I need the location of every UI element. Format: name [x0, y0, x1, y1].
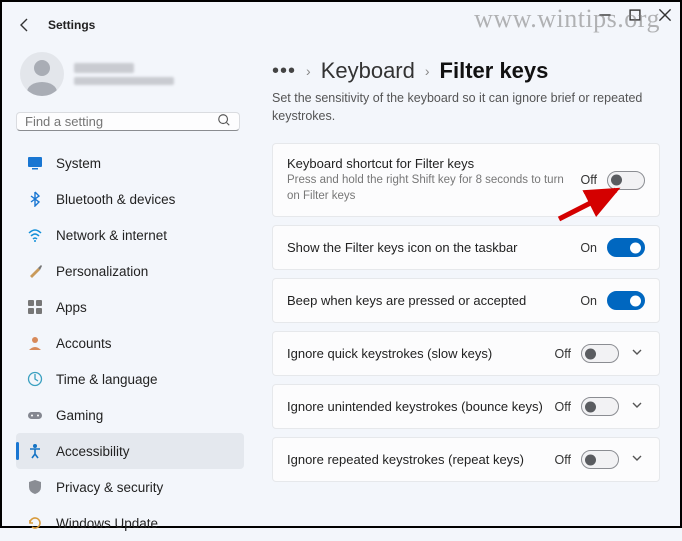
- breadcrumb-more-button[interactable]: •••: [272, 60, 296, 83]
- setting-title: Show the Filter keys icon on the taskbar: [287, 240, 570, 255]
- main-content: ••• › Keyboard › Filter keys Set the sen…: [252, 42, 680, 526]
- chevron-down-icon[interactable]: [629, 452, 645, 467]
- accessibility-icon: [26, 442, 44, 460]
- sidebar-item-label: Time & language: [56, 372, 158, 387]
- minimize-button[interactable]: [598, 8, 612, 22]
- update-icon: [26, 514, 44, 532]
- toggle-state-label: On: [580, 294, 597, 308]
- toggle-switch[interactable]: [607, 291, 645, 310]
- toggle-switch[interactable]: [581, 397, 619, 416]
- sidebar-item-label: Accounts: [56, 336, 112, 351]
- setting-row: Ignore unintended keystrokes (bounce key…: [272, 384, 660, 429]
- paintbrush-icon: [26, 262, 44, 280]
- user-text: [74, 63, 174, 85]
- titlebar: Settings: [2, 2, 680, 42]
- toggle-switch[interactable]: [607, 171, 645, 190]
- setting-title: Beep when keys are pressed or accepted: [287, 293, 570, 308]
- search-icon[interactable]: [217, 113, 231, 130]
- sidebar-item-label: Accessibility: [56, 444, 130, 459]
- nav-list: System Bluetooth & devices Network & int…: [16, 145, 244, 541]
- breadcrumb: ••• › Keyboard › Filter keys: [272, 58, 660, 84]
- close-button[interactable]: [658, 8, 672, 22]
- avatar: [20, 52, 64, 96]
- search-input[interactable]: [25, 114, 217, 129]
- sidebar-item-label: Gaming: [56, 408, 103, 423]
- sidebar-item-network[interactable]: Network & internet: [16, 217, 244, 253]
- user-name-redacted: [74, 63, 134, 73]
- sidebar-item-label: Personalization: [56, 264, 148, 279]
- sidebar-item-label: Privacy & security: [56, 480, 163, 495]
- setting-description: Press and hold the right Shift key for 8…: [287, 173, 571, 204]
- sidebar-item-apps[interactable]: Apps: [16, 289, 244, 325]
- back-button[interactable]: [16, 16, 34, 34]
- page-subtitle: Set the sensitivity of the keyboard so i…: [272, 90, 652, 125]
- chevron-right-icon: ›: [306, 63, 311, 79]
- chevron-down-icon[interactable]: [629, 346, 645, 361]
- sidebar-item-personalization[interactable]: Personalization: [16, 253, 244, 289]
- sidebar-item-label: Bluetooth & devices: [56, 192, 175, 207]
- bluetooth-icon: [26, 190, 44, 208]
- setting-row: Show the Filter keys icon on the taskbar…: [272, 225, 660, 270]
- sidebar-item-label: Windows Update: [56, 516, 158, 531]
- search-box[interactable]: [16, 112, 240, 131]
- sidebar-item-system[interactable]: System: [16, 145, 244, 181]
- sidebar-item-accessibility[interactable]: Accessibility: [16, 433, 244, 469]
- chevron-down-icon[interactable]: [629, 399, 645, 414]
- globe-clock-icon: [26, 370, 44, 388]
- toggle-state-label: Off: [581, 173, 597, 187]
- breadcrumb-parent[interactable]: Keyboard: [321, 58, 415, 84]
- sidebar-item-time-language[interactable]: Time & language: [16, 361, 244, 397]
- apps-icon: [26, 298, 44, 316]
- sidebar-item-windows-update[interactable]: Windows Update: [16, 505, 244, 541]
- setting-row: Beep when keys are pressed or accepted On: [272, 278, 660, 323]
- sidebar-item-label: Network & internet: [56, 228, 167, 243]
- breadcrumb-current: Filter keys: [440, 58, 549, 84]
- setting-row: Ignore quick keystrokes (slow keys) Off: [272, 331, 660, 376]
- sidebar-item-privacy[interactable]: Privacy & security: [16, 469, 244, 505]
- window-controls: [598, 8, 672, 22]
- sidebar-item-label: Apps: [56, 300, 87, 315]
- setting-title: Ignore repeated keystrokes (repeat keys): [287, 452, 545, 467]
- toggle-switch[interactable]: [607, 238, 645, 257]
- toggle-state-label: Off: [555, 347, 571, 361]
- setting-title: Ignore quick keystrokes (slow keys): [287, 346, 545, 361]
- person-icon: [26, 334, 44, 352]
- toggle-state-label: Off: [555, 400, 571, 414]
- toggle-state-label: On: [580, 241, 597, 255]
- toggle-switch[interactable]: [581, 344, 619, 363]
- sidebar-item-bluetooth[interactable]: Bluetooth & devices: [16, 181, 244, 217]
- sidebar-item-accounts[interactable]: Accounts: [16, 325, 244, 361]
- setting-title: Ignore unintended keystrokes (bounce key…: [287, 399, 545, 414]
- window-title: Settings: [48, 18, 95, 32]
- setting-row: Ignore repeated keystrokes (repeat keys)…: [272, 437, 660, 482]
- chevron-right-icon: ›: [425, 63, 430, 79]
- wifi-icon: [26, 226, 44, 244]
- toggle-state-label: Off: [555, 453, 571, 467]
- user-account-row[interactable]: [16, 46, 244, 106]
- system-icon: [26, 154, 44, 172]
- maximize-button[interactable]: [628, 8, 642, 22]
- shield-icon: [26, 478, 44, 496]
- user-email-redacted: [74, 77, 174, 85]
- sidebar: System Bluetooth & devices Network & int…: [2, 42, 252, 526]
- toggle-switch[interactable]: [581, 450, 619, 469]
- sidebar-item-gaming[interactable]: Gaming: [16, 397, 244, 433]
- setting-title: Keyboard shortcut for Filter keys: [287, 156, 571, 171]
- sidebar-item-label: System: [56, 156, 101, 171]
- gamepad-icon: [26, 406, 44, 424]
- setting-row: Keyboard shortcut for Filter keys Press a…: [272, 143, 660, 217]
